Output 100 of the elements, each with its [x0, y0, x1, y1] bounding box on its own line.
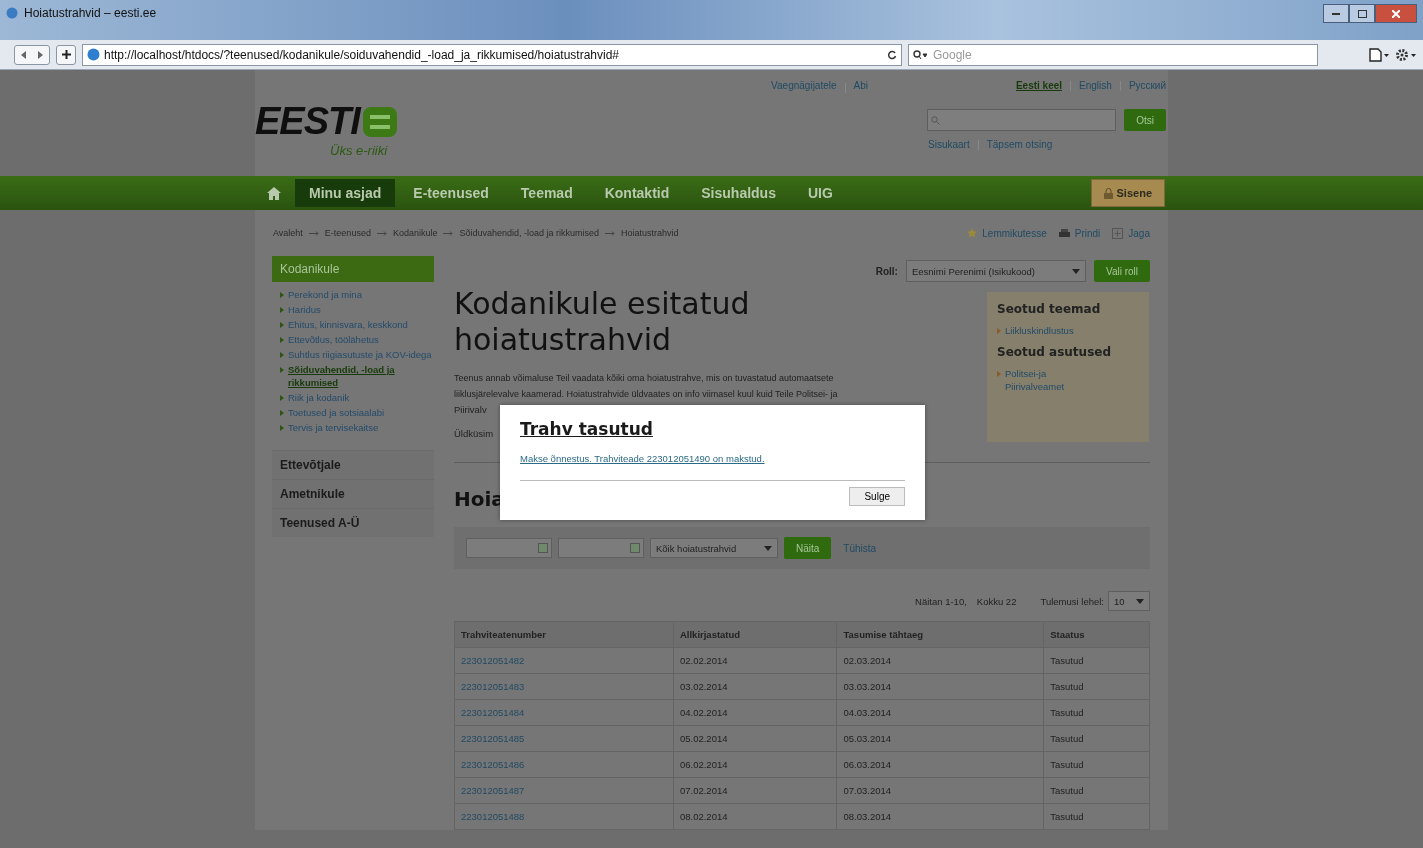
nav-item[interactable]: Kontaktid [590, 179, 684, 207]
column-header: Tasumise tähtaeg [836, 621, 1044, 648]
table-cell: 03.02.2014 [673, 673, 837, 700]
related-link[interactable]: Politsei-ja Piirivalveamet [997, 367, 1107, 393]
dialog-message[interactable]: Makse õnnestus. Trahviteade 223012051490 on makstud. [520, 453, 765, 464]
table-cell: 02.02.2014 [673, 647, 837, 674]
reload-icon[interactable] [887, 49, 897, 60]
breadcrumb-link[interactable]: Avaleht [273, 228, 303, 238]
results-summary: Näitan 1-10, [915, 595, 967, 607]
back-forward-button[interactable] [14, 44, 50, 65]
table-cell: 02.03.2014 [836, 647, 1044, 674]
sidebar-link[interactable]: Ettevõtlus, töölähetus [280, 333, 434, 346]
table-cell: 05.02.2014 [673, 725, 837, 752]
role-label: Roll: [875, 265, 898, 277]
fine-number-link[interactable]: 223012051488 [454, 803, 674, 830]
results-total: Kokku 22 [976, 595, 1017, 607]
table-cell: Tasutud [1043, 777, 1150, 804]
fine-number-link[interactable]: 223012051482 [454, 647, 674, 674]
breadcrumb-link[interactable]: Kodanikule [392, 228, 438, 238]
table-cell: 06.02.2014 [673, 751, 837, 778]
sidebar-link[interactable]: Toetused ja sotsiaalabi [280, 406, 434, 419]
page-action-link[interactable]: Jaga [1128, 227, 1150, 239]
column-header: Staatus [1043, 621, 1150, 648]
sidebar-link[interactable]: Riik ja kodanik [280, 391, 434, 404]
logo-tagline: Üks e-riiki [330, 143, 388, 158]
breadcrumb-link[interactable]: E-teenused [324, 228, 371, 238]
dialog-title: Trahv tasutud [520, 419, 653, 439]
nav-item[interactable]: Teemad [506, 179, 587, 207]
role-select[interactable]: Eesnimi Perenimi (Isikukood) [905, 260, 1086, 282]
nav-item[interactable]: E-teenused [399, 179, 503, 207]
sidebar-section[interactable]: Ettevõtjale [272, 450, 434, 479]
arrow-icon [308, 230, 319, 236]
language-link[interactable]: Русский [1128, 80, 1166, 91]
choose-role-button[interactable]: Vali roll [1093, 260, 1150, 282]
window-title: Hoiatustrahvid – eesti.ee [24, 6, 157, 20]
page-menu-icon[interactable] [1369, 47, 1389, 62]
fine-number-link[interactable]: 223012051483 [454, 673, 674, 700]
type-select[interactable]: Kõik hoiatustrahvid [650, 538, 778, 558]
caret-icon [1071, 268, 1080, 274]
sidebar-link[interactable]: Suhtlus riigiasutuste ja KOV-idega [280, 348, 434, 361]
related-heading: Seotud teemad [997, 302, 1102, 316]
sidebar-link[interactable]: Sõiduvahendid, -load ja rikkumised [280, 363, 434, 389]
fine-number-link[interactable]: 223012051484 [454, 699, 674, 726]
breadcrumb-link[interactable]: Hoiatustrahvid [621, 228, 679, 238]
close-button[interactable] [1375, 4, 1417, 23]
arrow-icon [443, 230, 454, 236]
date-field[interactable] [558, 538, 644, 558]
sidebar-link[interactable]: Haridus [280, 303, 434, 316]
maximize-button[interactable] [1349, 4, 1375, 23]
per-page-select[interactable]: 10 [1108, 591, 1150, 611]
sidebar-section[interactable]: Ametnikule [272, 479, 434, 508]
language-link[interactable]: Eesti keel [1015, 80, 1063, 91]
fine-number-link[interactable]: 223012051487 [454, 777, 674, 804]
maximize-icon [1357, 9, 1367, 18]
caret-icon [764, 545, 772, 551]
home-icon[interactable] [267, 186, 281, 200]
search-link[interactable]: Täpsem otsing [986, 139, 1053, 150]
settings-icon[interactable] [1395, 47, 1417, 62]
arrow-icon [376, 230, 387, 236]
show-button[interactable]: Näita [784, 537, 832, 559]
intro-text: Teenus annab võimaluse Teil vaadata kõiki oma hoiatustrahve, mis on tuvastatud automaatsete liiklusjärelevalve kaamerad. Hoiatustrahvide üldvaates on info viimasel kuul kuid Teile Politsei- ja [454, 372, 839, 401]
cancel-link[interactable]: Tühista [843, 542, 877, 554]
site-search-field[interactable] [927, 109, 1117, 131]
date-field[interactable] [466, 538, 552, 558]
header-link[interactable]: Vaegnägijatele [771, 80, 837, 96]
language-link[interactable]: English [1079, 80, 1112, 91]
address-field[interactable]: http://localhost/htdocs/?teenused/kodanikule/soiduvahendid_-load_ja_rikkumised/hoiatustrahvid# [82, 43, 902, 66]
related-link[interactable]: Liikluskindlustus [997, 324, 1107, 337]
search-button[interactable]: Otsi [1124, 109, 1166, 131]
column-header: Trahviteatenumber [454, 621, 674, 648]
search-link[interactable]: Sisukaart [928, 139, 970, 150]
arrow-icon [605, 230, 616, 236]
sidebar-link[interactable]: Perekond ja mina [280, 288, 434, 301]
column-header: Allkirjastatud [673, 621, 837, 648]
nav-item[interactable]: Minu asjad [295, 179, 396, 207]
search-icon [913, 49, 927, 60]
printer-icon [1058, 228, 1070, 238]
fine-number-link[interactable]: 223012051485 [454, 725, 674, 752]
search-field[interactable]: Google [908, 43, 1318, 66]
page-action-link[interactable]: Lemmikutesse [982, 227, 1047, 239]
sidebar-section[interactable]: Teenused A-Ü [272, 508, 434, 537]
minimize-button[interactable] [1323, 4, 1349, 23]
header-link[interactable]: Abi [853, 80, 868, 96]
close-dialog-button[interactable]: Sulge [849, 487, 905, 506]
sidebar-link[interactable]: Ehitus, kinnisvara, keskkond [280, 318, 434, 331]
page-action-link[interactable]: Prindi [1074, 227, 1101, 239]
body-text: Üldküsim [454, 427, 494, 441]
nav-item[interactable]: Sisuhaldus [687, 179, 790, 207]
plus-icon [61, 50, 71, 59]
table-cell: Tasutud [1043, 647, 1150, 674]
table-cell: 04.02.2014 [673, 699, 837, 726]
nav-item[interactable]: UIG [793, 179, 847, 207]
new-tab-button[interactable] [56, 44, 76, 65]
table-cell: Tasutud [1043, 725, 1150, 752]
sidebar-link[interactable]: Tervis ja tervisekaitse [280, 421, 434, 434]
fine-number-link[interactable]: 223012051486 [454, 751, 674, 778]
breadcrumb-link[interactable]: Sõiduvahendid, -load ja rikkumised [459, 228, 600, 238]
table-cell: Tasutud [1043, 673, 1150, 700]
login-button[interactable]: Sisene [1090, 179, 1165, 207]
table-cell: 03.03.2014 [836, 673, 1044, 700]
